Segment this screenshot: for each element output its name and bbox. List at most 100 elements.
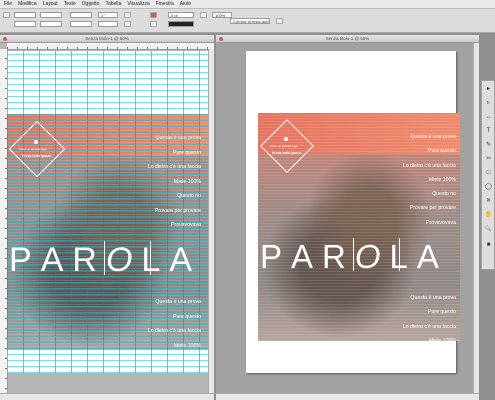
gap-tool-icon[interactable]: ↔ bbox=[484, 113, 493, 121]
list-bottom: Questa è una prova Pure questo Lo dietro… bbox=[403, 291, 456, 348]
list-top: Questa è una prova Pure questo Lo dietro… bbox=[403, 130, 456, 230]
close-icon[interactable] bbox=[219, 36, 223, 41]
document-titlebar-left: Senza titolo-1 @ 50% bbox=[0, 35, 214, 43]
list-item: Miele 100% bbox=[173, 178, 201, 185]
menu-file[interactable]: File bbox=[4, 1, 12, 7]
list-item: Questa è una prova bbox=[410, 295, 456, 301]
scissors-tool-icon[interactable]: ✂ bbox=[484, 155, 493, 163]
page-canvas-left[interactable]: Sono un piccolo logo Prova testo Ipsum Q… bbox=[7, 51, 211, 373]
list-item: Pure questo bbox=[173, 313, 201, 320]
document-title-right: Senza titolo-1 @ 50% bbox=[325, 36, 370, 41]
headline-letter: R bbox=[322, 238, 355, 275]
headline-letter: O bbox=[354, 238, 390, 275]
logo-dot bbox=[284, 137, 288, 141]
headline-divider bbox=[399, 238, 400, 271]
x-field[interactable] bbox=[14, 12, 36, 18]
headline-letter: L bbox=[389, 238, 417, 275]
direct-selection-tool-icon[interactable]: ▹ bbox=[484, 99, 493, 107]
headline-divider bbox=[104, 241, 105, 275]
list-item: Miele 100% bbox=[428, 176, 456, 183]
menu-visualizza[interactable]: Visualizza bbox=[127, 1, 149, 7]
headline-letter: O bbox=[105, 241, 142, 279]
menu-layout[interactable]: Layout bbox=[43, 1, 58, 7]
menu-finestra[interactable]: Finestra bbox=[156, 1, 174, 7]
ellipse-tool-icon[interactable]: ◯ bbox=[484, 183, 493, 191]
menu-tabella[interactable]: Tabella bbox=[105, 1, 121, 7]
headline-letter: P bbox=[9, 241, 41, 279]
stroke-weight-field[interactable]: 0 pt bbox=[168, 12, 194, 18]
list-bottom: Questa è una prova Pure questo Lo dietro… bbox=[148, 295, 201, 353]
list-item: Questa è una prova bbox=[155, 299, 201, 305]
tools-panel: ▸ ▹ ↔ T ✎ ✂ □ ◯ ✕ ✋ 🔍 ■ bbox=[481, 80, 495, 270]
type-tool-icon[interactable]: T bbox=[484, 127, 493, 135]
scale-x-field[interactable] bbox=[70, 12, 92, 18]
flip-vertical-icon[interactable] bbox=[124, 21, 131, 27]
list-item: Provare per provare bbox=[409, 205, 456, 212]
height-field[interactable] bbox=[40, 21, 62, 27]
list-item: Provare per provare bbox=[154, 207, 201, 214]
list-item: Lo dietro c'è una faccia bbox=[147, 164, 201, 170]
list-item: Pure questo bbox=[428, 309, 456, 316]
fill-stroke-icon[interactable]: ■ bbox=[484, 241, 493, 249]
scale-y-field[interactable] bbox=[70, 21, 92, 27]
flip-horizontal-icon[interactable] bbox=[124, 12, 131, 18]
fill-swatch-icon[interactable] bbox=[150, 12, 157, 18]
control-panel: 4 ° 0 pt 100% Cornice di testo auto bbox=[0, 9, 495, 33]
list-item: Questo no bbox=[177, 193, 201, 199]
headline-divider bbox=[150, 241, 151, 275]
menu-modifica[interactable]: Modifica bbox=[18, 1, 37, 7]
horizontal-scrollbar[interactable] bbox=[0, 393, 214, 400]
selection-tool-icon[interactable]: ▸ bbox=[484, 85, 493, 93]
panel-menu-icon[interactable] bbox=[276, 18, 283, 24]
ruler-horizontal[interactable] bbox=[7, 43, 214, 50]
frame-options-select[interactable]: Cornice di testo auto bbox=[230, 18, 270, 24]
list-item: Lo dietro c'è una faccia bbox=[402, 323, 456, 330]
vertical-scrollbar[interactable] bbox=[208, 49, 214, 394]
menu-aiuto[interactable]: Aiuto bbox=[180, 1, 191, 7]
document-window-left: Senza titolo-1 @ 50% Sono un piccolo log… bbox=[0, 35, 214, 400]
list-item: Provavovava bbox=[426, 219, 456, 226]
effects-icon[interactable] bbox=[200, 12, 207, 18]
close-icon[interactable] bbox=[3, 36, 7, 41]
list-item: Provavovava bbox=[171, 222, 201, 228]
logo-title: Prova testo Ipsum bbox=[272, 151, 302, 155]
width-field[interactable] bbox=[40, 12, 62, 18]
list-item: Pure questo bbox=[428, 148, 456, 155]
headline-divider bbox=[353, 238, 354, 271]
list-item: Miele 100% bbox=[173, 342, 201, 349]
menu-bar: File Modifica Layout Testo Oggetto Tabel… bbox=[0, 0, 495, 9]
logo-caption: Sono un piccolo logo bbox=[19, 147, 47, 151]
headline-word[interactable]: PAROLA bbox=[9, 241, 201, 280]
rectangle-tool-icon[interactable]: □ bbox=[484, 169, 493, 177]
reference-point-icon[interactable] bbox=[3, 12, 10, 18]
shear-field[interactable] bbox=[98, 21, 118, 27]
frame-tool-icon[interactable]: ✕ bbox=[484, 197, 493, 205]
headline-letter: A bbox=[169, 241, 201, 279]
y-field[interactable] bbox=[14, 21, 36, 27]
vertical-scrollbar[interactable] bbox=[473, 43, 479, 394]
document-title-left: Senza titolo-1 @ 50% bbox=[85, 36, 129, 41]
menu-testo[interactable]: Testo bbox=[64, 1, 76, 7]
pencil-tool-icon[interactable]: ✎ bbox=[484, 141, 493, 149]
stroke-swatch-icon[interactable] bbox=[150, 21, 157, 27]
menu-oggetto[interactable]: Oggetto bbox=[82, 1, 100, 7]
horizontal-scrollbar[interactable] bbox=[216, 393, 479, 400]
list-item: Lo dietro c'è una faccia bbox=[402, 162, 456, 169]
rotation-field[interactable]: 4 ° bbox=[98, 12, 118, 18]
headline-letter: L bbox=[141, 241, 170, 279]
hand-tool-icon[interactable]: ✋ bbox=[484, 211, 493, 219]
list-item: Questa è una prova bbox=[410, 134, 456, 140]
headline-letter: R bbox=[72, 241, 106, 279]
list-item: Pure questo bbox=[173, 149, 201, 156]
headline-letter: P bbox=[260, 238, 292, 275]
headline-letter: A bbox=[416, 238, 448, 275]
page-canvas-right[interactable]: Sono un piccolo logo Prova testo Ipsum Q… bbox=[246, 51, 460, 373]
list-top: Questa è una prova Pure questo Lo dietro… bbox=[148, 131, 201, 233]
headline-letter: A bbox=[40, 241, 73, 279]
opacity-field[interactable]: 100% bbox=[212, 12, 232, 18]
list-item: Questo no bbox=[432, 191, 456, 198]
list-item: Questa è una prova bbox=[155, 135, 201, 141]
zoom-tool-icon[interactable]: 🔍 bbox=[484, 225, 493, 233]
document-titlebar-right: Senza titolo-1 @ 50% bbox=[216, 35, 479, 43]
stroke-type-select[interactable] bbox=[168, 21, 194, 27]
